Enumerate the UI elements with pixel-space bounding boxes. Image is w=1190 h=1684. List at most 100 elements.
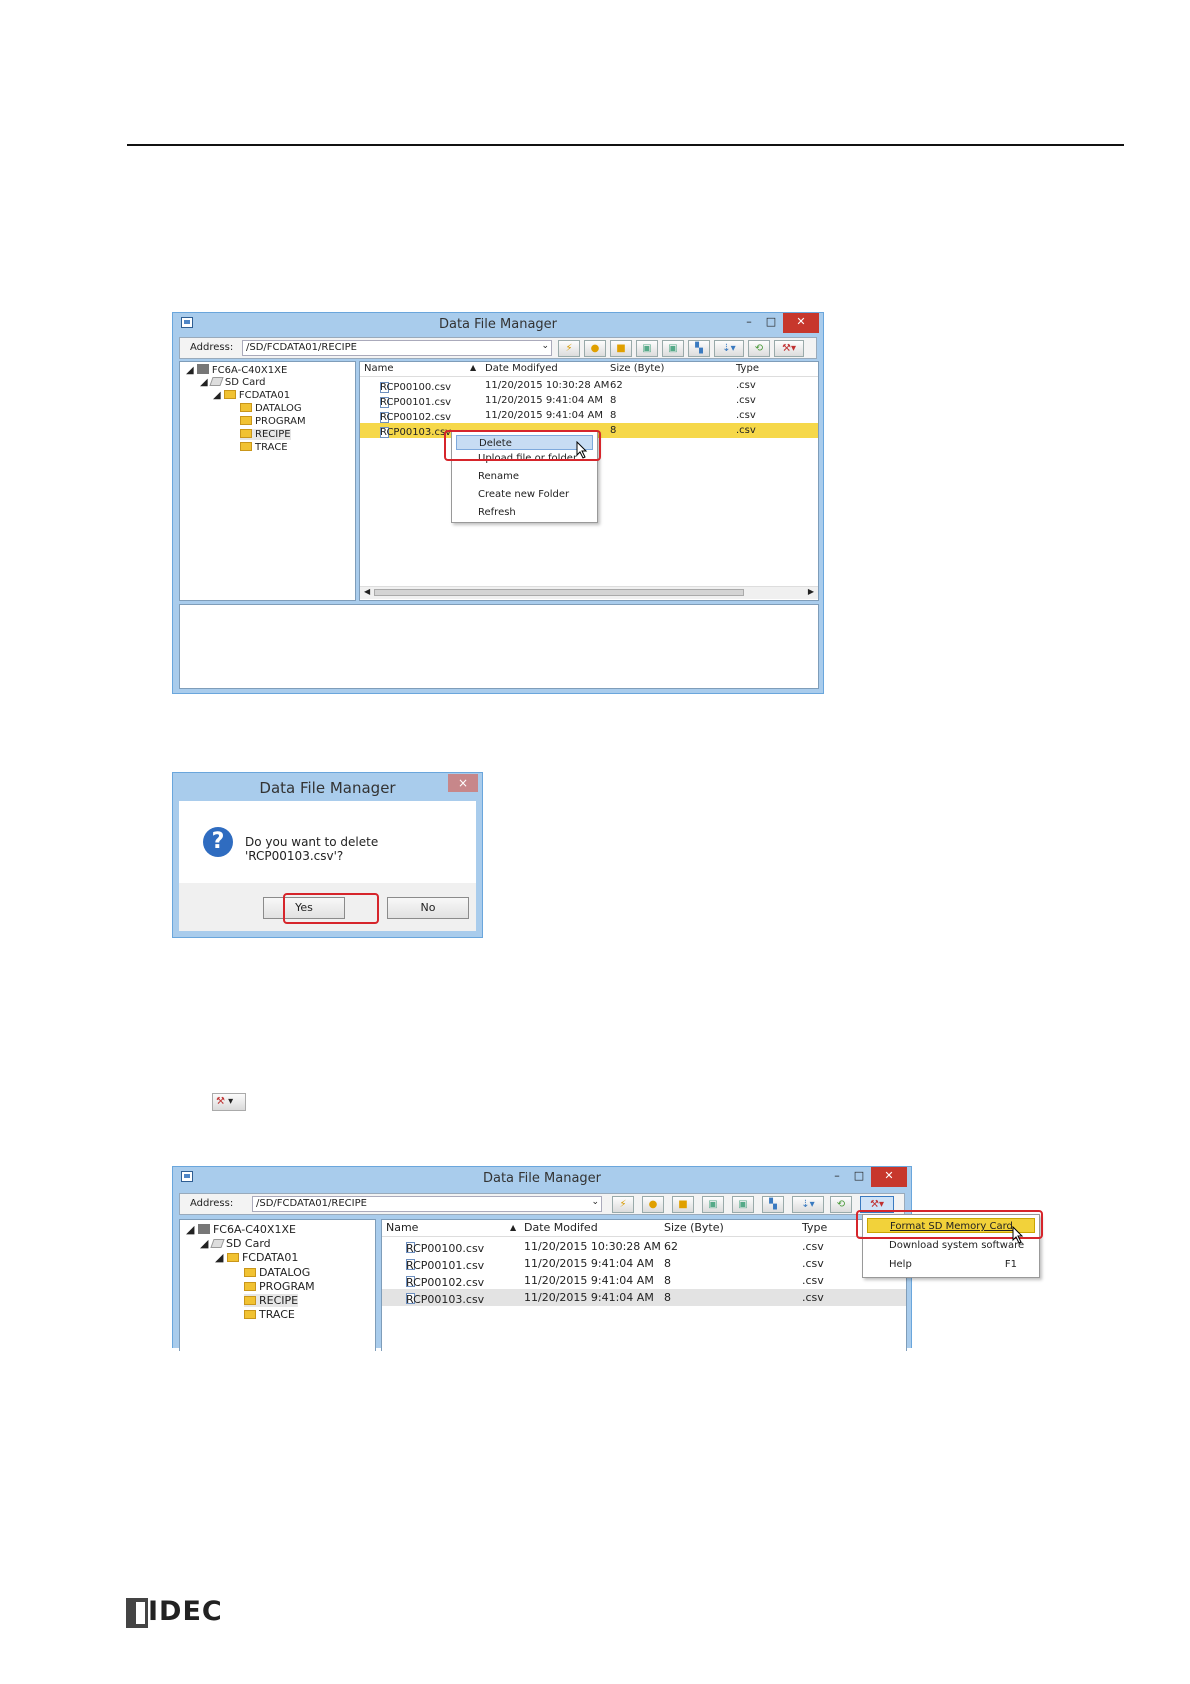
tree-node-program[interactable]: PROGRAM <box>240 416 306 427</box>
tree-node-sd-card[interactable]: ◢ SD Card <box>200 377 266 388</box>
scroll-right-icon[interactable]: ▶ <box>808 587 814 596</box>
address-input[interactable]: /SD/FCDATA01/RECIPE ⌄ <box>252 1196 602 1212</box>
stop-icon[interactable]: ■ <box>610 340 632 357</box>
chevron-down-icon[interactable]: ⌄ <box>541 341 549 351</box>
sd-card-icon <box>210 1239 225 1248</box>
title-bar: Data File Manager – □ ✕ <box>173 313 823 335</box>
tools-icon: ⚒ <box>216 1096 225 1107</box>
connect-icon[interactable]: ⚡ <box>612 1196 634 1213</box>
minimize-button[interactable]: – <box>739 313 759 333</box>
menu-item-create-folder[interactable]: Create new Folder <box>456 487 593 502</box>
mouse-cursor-icon <box>1012 1226 1024 1244</box>
copy-icon[interactable]: ▚ <box>688 340 710 357</box>
transfer-dropdown-icon[interactable]: ⇣▾ <box>792 1196 824 1213</box>
transfer-dropdown-icon[interactable]: ⇣▾ <box>714 340 744 357</box>
folder-icon <box>240 416 252 425</box>
folder-icon <box>244 1310 256 1319</box>
column-header-size[interactable]: Size (Byte) <box>664 1221 724 1234</box>
tree-node-plc[interactable]: ◢ FC6A-C40X1XE <box>186 364 287 376</box>
sort-up-icon: ▲ <box>510 1223 517 1232</box>
menu-item-download-system-software[interactable]: Download system software <box>867 1238 1035 1253</box>
data-file-manager-window-2: Data File Manager – □ ✕ Address: /SD/FCD… <box>172 1166 912 1351</box>
column-header-date[interactable]: Date Modifed <box>524 1221 598 1234</box>
list-header: Name ▲ Date Modifyed Size (Byte) Type <box>360 362 818 377</box>
table-row[interactable]: RCP00102.csv 11/20/2015 9:41:04 AM 8 .cs… <box>382 1272 906 1289</box>
maximize-button[interactable]: □ <box>761 313 781 333</box>
mouse-cursor-icon <box>576 441 588 459</box>
table-row[interactable]: RCP00101.csv 11/20/2015 9:41:04 AM 8 .cs… <box>360 393 818 408</box>
folder-icon <box>240 442 252 451</box>
horizontal-scrollbar[interactable]: ◀ ▶ <box>360 586 818 599</box>
play-icon[interactable]: ● <box>584 340 606 357</box>
menu-item-help[interactable]: Help F1 <box>867 1257 1035 1272</box>
column-header-name[interactable]: Name <box>386 1221 418 1234</box>
confirm-delete-dialog: Data File Manager × ? Do you want to del… <box>172 772 483 938</box>
tree-node-fcdata01[interactable]: ◢ FCDATA01 <box>215 1251 298 1264</box>
upload-icon[interactable]: ▣ <box>636 340 658 357</box>
play-icon[interactable]: ● <box>642 1196 664 1213</box>
table-row[interactable]: RCP00102.csv 11/20/2015 9:41:04 AM 8 .cs… <box>360 408 818 423</box>
tree-node-trace[interactable]: TRACE <box>244 1308 295 1321</box>
column-header-name[interactable]: Name <box>364 363 394 374</box>
stop-icon[interactable]: ■ <box>672 1196 694 1213</box>
tree-node-recipe[interactable]: RECIPE <box>244 1294 299 1307</box>
no-button[interactable]: No <box>387 897 469 919</box>
data-file-manager-window-1: Data File Manager – □ ✕ Address: /SD/FCD… <box>172 312 824 694</box>
column-header-size[interactable]: Size (Byte) <box>610 363 664 374</box>
folder-icon <box>240 403 252 412</box>
window-title: Data File Manager <box>438 317 558 332</box>
scroll-thumb[interactable] <box>374 589 744 596</box>
folder-icon <box>226 1253 239 1262</box>
table-row[interactable]: RCP00101.csv 11/20/2015 9:41:04 AM 8 .cs… <box>382 1255 906 1272</box>
dialog-message: Do you want to delete 'RCP00103.csv'? <box>245 835 379 863</box>
close-button[interactable]: ✕ <box>871 1167 907 1187</box>
question-icon: ? <box>203 827 233 857</box>
tools-dropdown-button[interactable]: ⚒ ▾ <box>212 1093 246 1111</box>
address-input[interactable]: /SD/FCDATA01/RECIPE ⌄ <box>242 340 552 356</box>
chevron-down-icon: ▾ <box>228 1096 234 1107</box>
table-row[interactable]: RCP00103.csv 11/20/2015 9:41:04 AM 8 .cs… <box>382 1289 906 1306</box>
folder-icon <box>244 1296 256 1305</box>
folder-icon <box>244 1282 256 1291</box>
dialog-close-button[interactable]: × <box>448 774 478 792</box>
download-icon[interactable]: ▣ <box>662 340 684 357</box>
table-row[interactable]: RCP00100.csv 11/20/2015 10:30:28 AM 62 .… <box>382 1238 906 1255</box>
download-icon[interactable]: ▣ <box>732 1196 754 1213</box>
tree-node-datalog[interactable]: DATALOG <box>240 403 302 414</box>
minimize-button[interactable]: – <box>827 1167 847 1187</box>
tree-node-program[interactable]: PROGRAM <box>244 1280 315 1293</box>
logo-text: IDEC <box>148 1596 223 1627</box>
connect-icon[interactable]: ⚡ <box>558 340 580 357</box>
menu-item-refresh[interactable]: Refresh <box>456 505 593 520</box>
tree-node-recipe[interactable]: RECIPE <box>240 429 291 440</box>
folder-tree: ◢ FC6A-C40X1XE ◢ SD Card ◢ FCDATA01 DATA… <box>179 1219 376 1351</box>
log-pane <box>179 604 819 689</box>
scroll-left-icon[interactable]: ◀ <box>364 587 370 596</box>
folder-icon <box>244 1268 256 1277</box>
column-header-type[interactable]: Type <box>802 1221 827 1234</box>
column-header-date[interactable]: Date Modifyed <box>485 363 558 374</box>
table-row[interactable]: RCP00100.csv 11/20/2015 10:30:28 AM 62 .… <box>360 378 818 393</box>
tree-node-sd-card[interactable]: ◢ SD Card <box>200 1237 271 1250</box>
chevron-down-icon[interactable]: ⌄ <box>591 1197 599 1207</box>
tree-node-trace[interactable]: TRACE <box>240 442 288 453</box>
tree-node-fcdata01[interactable]: ◢ FCDATA01 <box>213 390 290 401</box>
maximize-button[interactable]: □ <box>849 1167 869 1187</box>
plc-icon <box>197 1224 210 1234</box>
copy-icon[interactable]: ▚ <box>762 1196 784 1213</box>
logo-mark <box>126 1598 148 1628</box>
menu-item-rename[interactable]: Rename <box>456 469 593 484</box>
refresh-icon[interactable]: ⟲ <box>748 340 770 357</box>
refresh-icon[interactable]: ⟲ <box>830 1196 852 1213</box>
tree-node-datalog[interactable]: DATALOG <box>244 1266 310 1279</box>
sd-card-icon <box>209 377 224 386</box>
title-bar: Data File Manager – □ ✕ <box>173 1167 911 1189</box>
column-header-type[interactable]: Type <box>736 363 759 374</box>
upload-icon[interactable]: ▣ <box>702 1196 724 1213</box>
address-bar: Address: /SD/FCDATA01/RECIPE ⌄ ⚡ ● ■ ▣ ▣… <box>179 337 817 359</box>
tools-icon[interactable]: ⚒▾ <box>774 340 804 357</box>
dialog-title: Data File Manager <box>259 779 396 797</box>
folder-icon <box>240 429 252 438</box>
tree-node-plc[interactable]: ◢ FC6A-C40X1XE <box>186 1223 296 1236</box>
close-button[interactable]: ✕ <box>783 313 819 333</box>
